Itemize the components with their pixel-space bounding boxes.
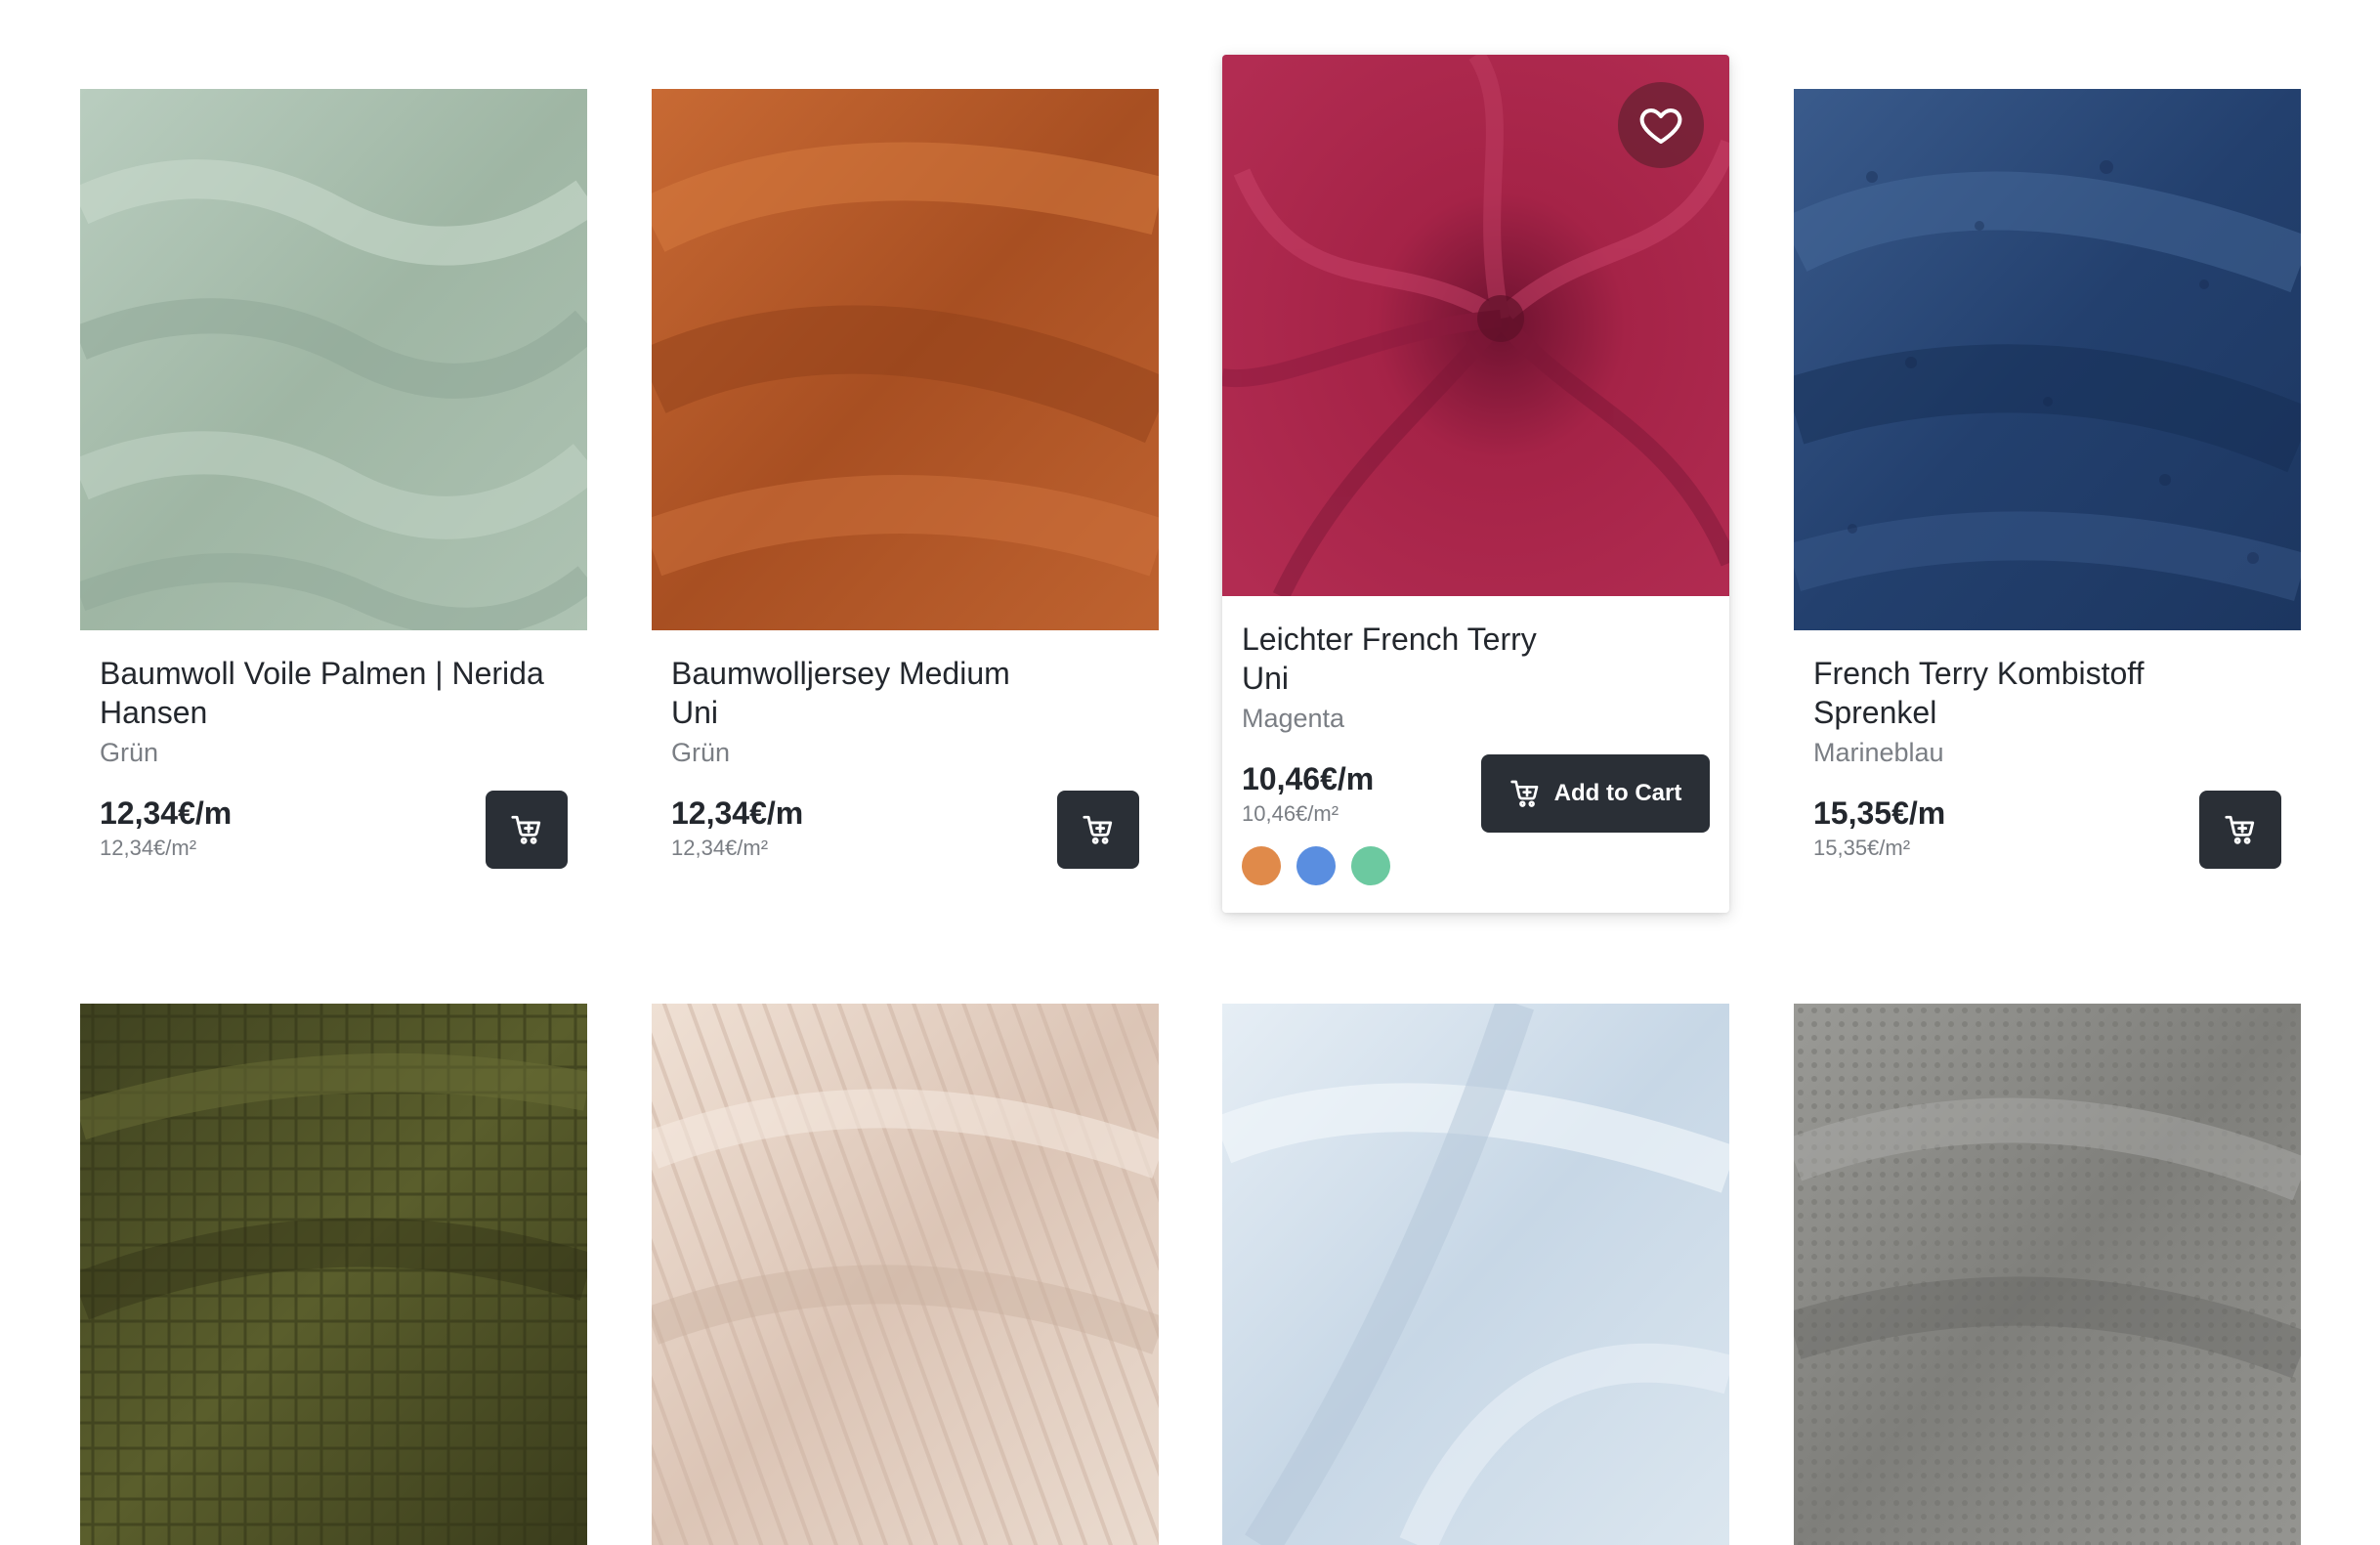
- color-swatch-orange[interactable]: [1242, 846, 1281, 885]
- add-to-cart-button[interactable]: [2199, 791, 2281, 869]
- add-to-cart-button[interactable]: Add to Cart: [1481, 754, 1710, 833]
- product-card[interactable]: [1794, 1004, 2301, 1545]
- product-image[interactable]: [652, 89, 1159, 630]
- product-image[interactable]: [80, 89, 587, 630]
- product-card[interactable]: French Terry Kombistoff Sprenkel Marineb…: [1794, 89, 2301, 882]
- heart-icon: [1639, 108, 1682, 144]
- add-to-cart-button[interactable]: [1057, 791, 1139, 869]
- product-title[interactable]: French Terry Kombistoff Sprenkel: [1813, 654, 2281, 732]
- product-card[interactable]: Leichter French Terry Uni Magenta 10,46€…: [1222, 55, 1729, 913]
- product-card[interactable]: [80, 1004, 587, 1545]
- product-image[interactable]: [1222, 1004, 1729, 1545]
- product-card[interactable]: Baumwoll Voile Palmen | Nerida Hansen Gr…: [80, 89, 587, 882]
- add-to-cart-button[interactable]: [486, 791, 568, 869]
- product-image[interactable]: [1794, 1004, 2301, 1545]
- color-swatch-green[interactable]: [1351, 846, 1390, 885]
- product-image[interactable]: [652, 1004, 1159, 1545]
- color-swatches: [1242, 846, 1710, 913]
- product-card[interactable]: [1222, 1004, 1729, 1545]
- add-to-cart-label: Add to Cart: [1553, 780, 1682, 806]
- product-color-name: Grün: [671, 738, 731, 767]
- favorite-button[interactable]: [1618, 82, 1704, 168]
- product-grid: Baumwoll Voile Palmen | Nerida Hansen Gr…: [0, 0, 2380, 1545]
- cart-icon: [2225, 815, 2255, 844]
- product-color-name: Marineblau: [1813, 738, 1944, 767]
- product-card[interactable]: [652, 1004, 1159, 1545]
- product-color-name: Grün: [100, 738, 159, 767]
- product-title[interactable]: Leichter French Terry Uni: [1242, 620, 1710, 698]
- product-title[interactable]: Baumwoll Voile Palmen | Nerida Hansen: [100, 654, 568, 732]
- product-image[interactable]: [1794, 89, 2301, 630]
- product-color-name: Magenta: [1242, 704, 1345, 733]
- product-image[interactable]: [1222, 55, 1729, 596]
- cart-icon: [511, 815, 541, 844]
- color-swatch-blue[interactable]: [1296, 846, 1336, 885]
- cart-icon: [1083, 815, 1113, 844]
- cart-icon: [1510, 780, 1539, 807]
- product-image[interactable]: [80, 1004, 587, 1545]
- product-title[interactable]: Baumwolljersey Medium Uni: [671, 654, 1139, 732]
- product-card[interactable]: Baumwolljersey Medium Uni Grün 12,34€/m …: [652, 89, 1159, 882]
